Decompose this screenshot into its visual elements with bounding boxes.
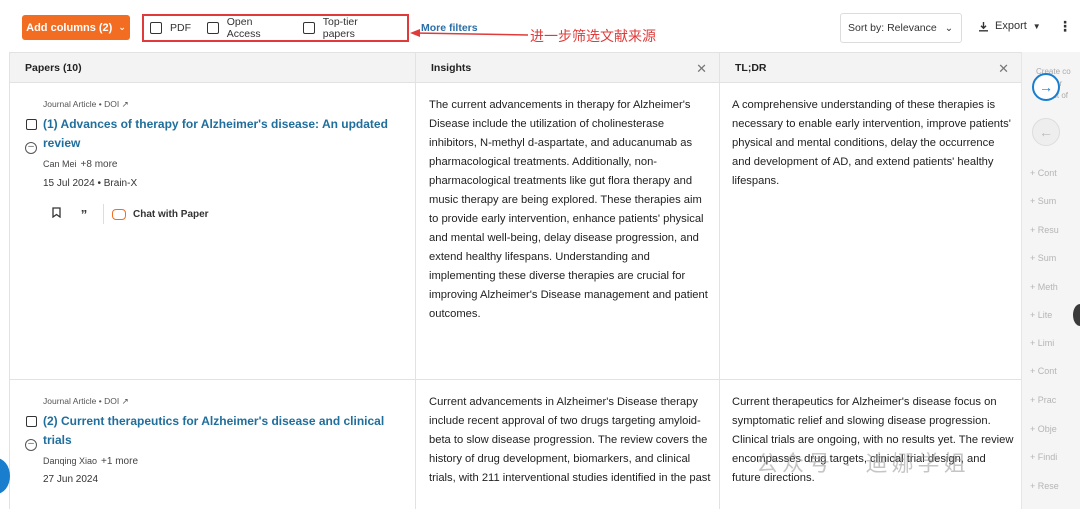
quick-filters: PDF Open Access Top-tier papers (142, 14, 409, 42)
results-table: Papers (10) Insights ✕ TL;DR ✕ Journal A… (9, 52, 1021, 509)
column-header-papers: Papers (10) (9, 52, 415, 83)
column-divider (719, 52, 720, 509)
column-divider (415, 52, 416, 509)
external-link-icon: ↗ (121, 99, 129, 109)
close-icon[interactable]: ✕ (696, 61, 707, 77)
suggestion-item[interactable]: + Findi (1030, 452, 1057, 462)
collapse-icon[interactable]: – (25, 439, 37, 451)
sort-select[interactable]: Sort by: Relevance ⌄ (840, 13, 962, 43)
avatar[interactable] (1073, 304, 1080, 326)
export-button[interactable]: Export ▼ (978, 20, 1041, 32)
toolbar: Add columns (2) ⌄ PDF Open Access Top-ti… (0, 0, 1080, 52)
filter-open-access-label: Open Access (226, 16, 261, 40)
divider (103, 204, 104, 224)
insight-cell: The current advancements in therapy for … (429, 99, 708, 320)
suggestion-item[interactable]: + Cont (1030, 168, 1057, 178)
collapse-icon[interactable]: – (25, 142, 37, 154)
arrow-left-icon[interactable]: ← (1032, 118, 1060, 146)
row-divider (9, 379, 1021, 380)
select-paper-checkbox[interactable] (26, 119, 37, 130)
more-options-icon[interactable]: ⋮ (1058, 18, 1072, 35)
annotation-arrow-icon (410, 29, 529, 37)
papers-header-label: Papers (10) (25, 61, 82, 74)
paper-title-link[interactable]: (2) Current therapeutics for Alzheimer's… (43, 412, 398, 450)
column-header-tldr: TL;DR ✕ (719, 52, 1021, 83)
insight-cell: Current advancements in Alzheimer's Dise… (429, 396, 711, 484)
paper-authors: Danqing Xiao +1 more (43, 456, 139, 467)
filter-open-access[interactable]: Open Access (207, 16, 287, 40)
sort-label: Sort by: Relevance (848, 22, 937, 34)
annotation-text: 进一步筛选文献来源 (530, 28, 656, 44)
close-icon[interactable]: ✕ (998, 61, 1009, 77)
export-label: Export (995, 20, 1027, 32)
arrow-right-icon[interactable]: → (1032, 73, 1060, 101)
suggestion-item[interactable]: + Lite (1030, 310, 1052, 320)
suggestion-item[interactable]: + Sum (1030, 253, 1056, 263)
column-header-insights: Insights ✕ (415, 52, 719, 83)
paper-title-link[interactable]: (1) Advances of therapy for Alzheimer's … (43, 115, 398, 153)
filter-top-tier[interactable]: Top-tier papers (303, 16, 391, 40)
tldr-header-label: TL;DR (735, 61, 767, 74)
suggestion-item[interactable]: + Rese (1030, 481, 1059, 491)
suggestion-item[interactable]: + Cont (1030, 366, 1057, 376)
select-paper-checkbox[interactable] (26, 416, 37, 427)
open-access-checkbox[interactable] (207, 22, 219, 34)
chat-with-paper-button[interactable]: Chat with Paper (112, 208, 209, 220)
paper-authors: Can Mei +8 more (43, 159, 118, 170)
paper-type: Journal Article • DOI ↗ (43, 396, 129, 406)
paper-actions: ” Chat with Paper (47, 204, 209, 224)
suggestion-item[interactable]: + Resu (1030, 225, 1059, 235)
watermark: 公众号 · 迪娜学姐 (756, 451, 970, 476)
add-columns-button[interactable]: Add columns (2) ⌄ (22, 15, 130, 40)
filter-pdf-label: PDF (170, 22, 191, 34)
paper-date: 27 Jun 2024 (43, 474, 99, 485)
quote-icon[interactable]: ” (75, 207, 93, 222)
filter-top-tier-label: Top-tier papers (322, 16, 358, 40)
suggestion-item[interactable]: + Obje (1030, 424, 1057, 434)
paper-type: Journal Article • DOI ↗ (43, 99, 129, 109)
external-link-icon: ↗ (121, 396, 129, 406)
pdf-checkbox[interactable] (150, 22, 162, 34)
suggestion-item[interactable]: + Sum (1030, 196, 1056, 206)
suggestion-item[interactable]: + Limi (1030, 338, 1054, 348)
insights-header-label: Insights (431, 61, 472, 74)
column-divider (9, 52, 10, 509)
chevron-down-icon: ⌄ (118, 22, 126, 32)
download-icon (979, 21, 988, 31)
top-tier-checkbox[interactable] (303, 22, 315, 34)
suggestion-item[interactable]: + Prac (1030, 395, 1056, 405)
chat-label: Chat with Paper (133, 208, 209, 220)
filter-pdf[interactable]: PDF (150, 22, 191, 34)
chat-icon (112, 208, 126, 220)
add-columns-label: Add columns (2) (26, 21, 113, 34)
caret-down-icon: ▼ (1032, 21, 1041, 31)
chevron-down-icon: ⌄ (944, 22, 954, 34)
tldr-cell: A comprehensive understanding of these t… (732, 99, 1011, 187)
suggestion-item[interactable]: + Meth (1030, 282, 1058, 292)
paper-date: 15 Jul 2024 • Brain-X (43, 178, 138, 189)
bookmark-icon[interactable] (47, 207, 65, 221)
